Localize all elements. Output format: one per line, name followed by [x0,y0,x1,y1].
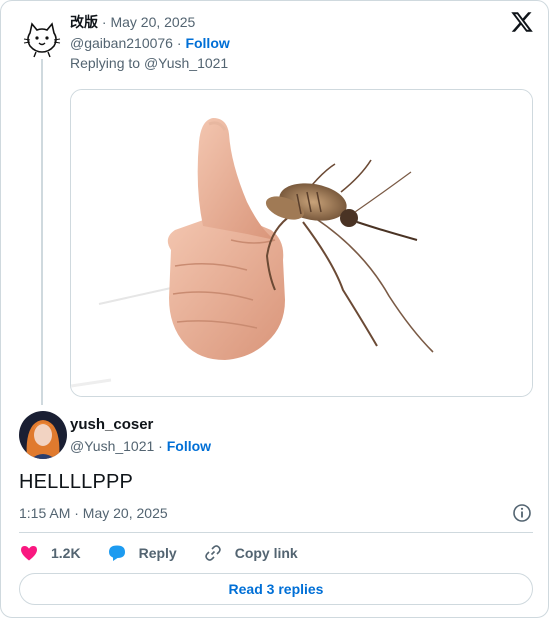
separator-dot: · [98,14,111,30]
info-icon[interactable] [512,503,532,523]
main-author-row: yush_coser [70,416,153,433]
like-count: 1.2K [51,545,81,561]
tweet-media-image[interactable] [70,89,533,397]
reply-label: Reply [138,545,177,561]
divider [19,532,533,533]
parent-date[interactable]: May 20, 2025 [110,14,195,30]
main-avatar[interactable] [19,411,67,459]
cat-avatar-icon [23,22,61,58]
x-logo-icon[interactable] [510,10,534,34]
tweet-text: HELLLLPPP [19,471,134,493]
separator-dot: · [154,438,167,454]
parent-handle-row: @gaiban210076 · Follow [70,35,230,53]
main-follow-link[interactable]: Follow [167,438,211,454]
parent-author-name[interactable]: 改版 [70,14,98,30]
reply-button[interactable]: Reply [107,543,177,563]
thread-connector-line [41,59,43,405]
tweet-embed-card: 改版 · May 20, 2025 @gaiban210076 · Follow… [0,0,549,618]
read-replies-button[interactable]: Read 3 replies [19,573,533,605]
heart-icon [21,546,37,561]
like-button[interactable]: 1.2K [19,543,81,563]
main-handle[interactable]: @Yush_1021 [70,438,154,454]
main-author-name[interactable]: yush_coser [70,416,153,433]
copy-link-button[interactable]: Copy link [203,543,298,563]
copy-link-label: Copy link [234,545,298,561]
main-handle-row: @Yush_1021 · Follow [70,438,211,456]
separator-dot: · [172,35,186,51]
parent-avatar[interactable] [22,19,62,59]
link-icon [204,545,221,561]
thumbs-up-mosquito-image [71,90,532,396]
replying-to-prefix: Replying to [70,55,144,71]
parent-header: 改版 · May 20, 2025 [70,12,195,32]
replying-to-row: Replying to @Yush_1021 [70,55,228,73]
tweet-actions: 1.2K Reply Copy link [19,541,324,565]
replying-to-handle[interactable]: @Yush_1021 [144,55,228,71]
speech-bubble-icon [108,545,125,561]
parent-handle[interactable]: @gaiban210076 [70,35,173,51]
person-avatar-icon [19,411,67,459]
tweet-timestamp[interactable]: 1:15 AM · May 20, 2025 [19,505,168,521]
parent-follow-link[interactable]: Follow [185,35,229,51]
